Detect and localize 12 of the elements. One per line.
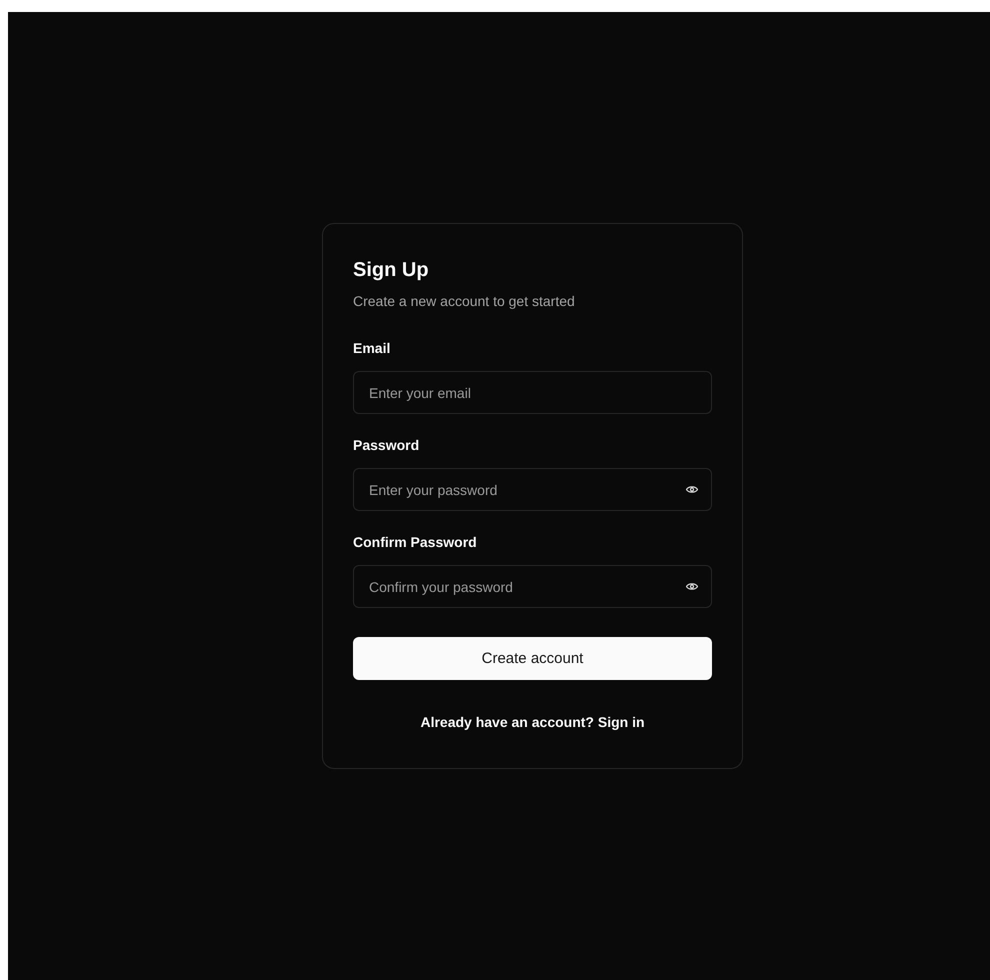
eye-icon[interactable]: [686, 582, 698, 591]
create-account-button[interactable]: Create account: [353, 637, 712, 680]
sign-in-link[interactable]: Already have an account? Sign in: [420, 712, 645, 732]
eye-icon[interactable]: [686, 485, 698, 494]
card-title: Sign Up: [353, 258, 430, 283]
card-subtitle: Create a new account to get started: [353, 292, 576, 311]
email-field[interactable]: Enter your email: [353, 371, 712, 414]
field-label: Confirm Password: [353, 533, 478, 552]
field-label: Email: [353, 339, 392, 358]
password-field[interactable]: Enter your password: [353, 468, 712, 511]
field-label: Password: [353, 436, 420, 455]
password-field[interactable]: Confirm your password: [353, 565, 712, 608]
